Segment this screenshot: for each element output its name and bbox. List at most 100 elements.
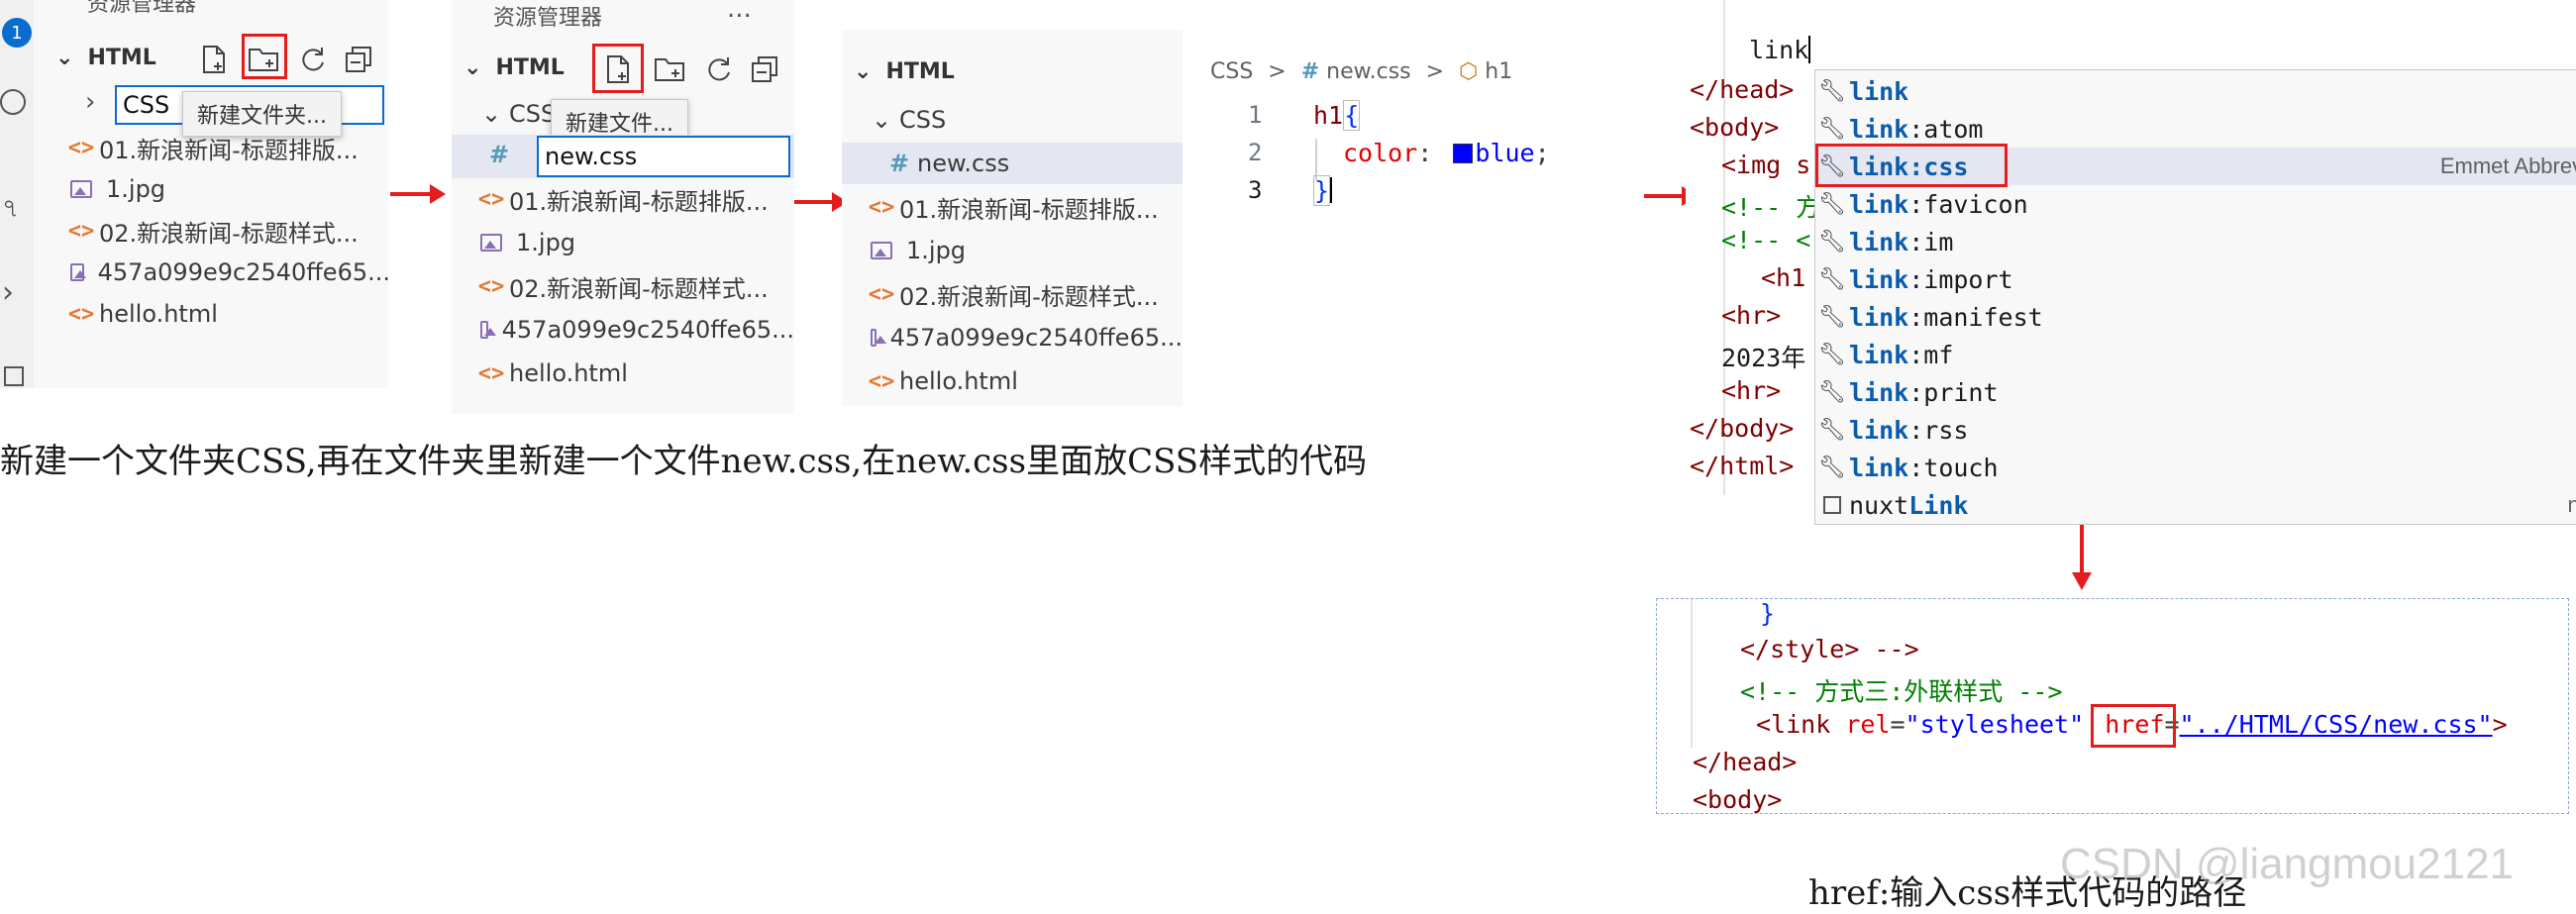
code-line-1[interactable]: h1{ (1313, 100, 1361, 131)
list-item[interactable]: 457a099e9c2540ffe65... (63, 252, 388, 293)
new-folder-icon[interactable] (652, 51, 687, 87)
section-title: HTML (495, 55, 565, 80)
code-line[interactable]: <!-- < (1721, 226, 1810, 254)
code-line[interactable]: 2023年 (1721, 339, 1805, 374)
refresh-icon[interactable] (701, 51, 737, 87)
list-item[interactable]: 457a099e9c2540ffe65... (864, 317, 1183, 358)
wrench-icon: 🔧︎ (1818, 417, 1846, 443)
code-line[interactable]: </body> (1690, 414, 1794, 443)
autocomplete-item[interactable]: 🔧︎ link (1815, 72, 2576, 110)
step-arrow-3 (1644, 186, 1698, 206)
html-file-icon: <> (67, 135, 95, 160)
collapse-all-icon[interactable] (341, 42, 376, 77)
list-item[interactable]: 457a099e9c2540ffe65... (473, 309, 794, 351)
code-line[interactable]: } (1760, 599, 1775, 628)
code-line[interactable]: <img s (1721, 151, 1810, 179)
wrench-icon: 🔧︎ (1818, 78, 1846, 104)
chevron-down-icon: ⌄ (854, 59, 873, 84)
new-file-name-input[interactable]: new.css (537, 136, 790, 177)
autocomplete-item[interactable]: 🔧︎ link:manifest (1815, 298, 2576, 336)
folder-row-chevron-right-icon[interactable]: › (85, 87, 95, 117)
breadcrumb-symbol[interactable]: h1 (1485, 59, 1512, 84)
autocomplete-item[interactable]: 🔧︎ link:touch (1815, 449, 2576, 486)
code-line[interactable]: <!-- 方式三:外联样式 --> (1740, 672, 2063, 708)
more-actions-icon[interactable]: ... (727, 0, 752, 24)
list-item[interactable]: <> 01.新浪新闻-标题排版... (864, 186, 1183, 228)
list-item[interactable]: <> hello.html (473, 353, 794, 394)
wrench-icon: 🔧︎ (1818, 304, 1846, 330)
wrench-icon: 🔧︎ (1818, 379, 1846, 405)
list-item[interactable]: 1.jpg (63, 168, 388, 210)
autocomplete-widget[interactable]: 🔧︎ link 🔧︎ link:atom 🔧︎ link:css Emmet Abbre… (1814, 69, 2576, 525)
list-item[interactable]: <> hello.html (864, 360, 1183, 402)
code-line[interactable]: </head> (1690, 75, 1794, 104)
file-list: <> 01.新浪新闻-标题排版... 1.jpg <> 02.新浪新闻-标题样式..… (864, 186, 1183, 404)
list-item[interactable]: <> 02.新浪新闻-标题样式... (864, 273, 1183, 315)
code-line-3[interactable]: } (1313, 175, 1333, 206)
breadcrumb-file[interactable]: new.css (1326, 59, 1410, 84)
image-file-icon (70, 263, 86, 281)
chevron-down-icon: ⌄ (464, 55, 482, 80)
code-line[interactable]: <body> (1690, 113, 1779, 142)
chevron-down-icon: ⌄ (55, 46, 74, 70)
code-line-2[interactable]: color: blue; (1343, 139, 1550, 167)
list-item[interactable]: 1.jpg (864, 230, 1183, 271)
image-file-icon (480, 234, 502, 252)
code-line[interactable]: </style> --> (1740, 635, 1919, 663)
list-item[interactable]: 1.jpg (473, 222, 794, 263)
line-number: 2 (1248, 139, 1263, 166)
chevron-down-icon: ⌄ (481, 100, 502, 128)
html-file-icon: <> (477, 186, 505, 212)
line-number: 3 (1248, 176, 1263, 204)
extensions-icon[interactable] (4, 366, 24, 386)
css-editor: CSS > # new.css > ⬡ h1 1 2 3 h1{ color: … (1185, 30, 1640, 257)
list-item[interactable]: <> 02.新浪新闻-标题样式... (63, 210, 388, 252)
code-line[interactable]: <h1 (1761, 263, 1805, 292)
explorer-panel-2: 资源管理器 ... ⌄ HTML ⌄ CSS 新建文件... # new.css <… (452, 0, 794, 414)
section-header[interactable]: ⌄ HTML (464, 55, 565, 80)
breadcrumb-folder[interactable]: CSS (1210, 59, 1253, 84)
collapse-all-icon[interactable] (747, 51, 782, 87)
new-file-icon[interactable] (196, 42, 232, 77)
selected-file-row[interactable]: # new.css (842, 143, 1183, 184)
result-code-block: } </style> --> <!-- 方式三:外联样式 --> <link r… (1656, 598, 2569, 814)
code-line[interactable]: <hr> (1721, 376, 1781, 405)
notification-badge[interactable]: 1 (2, 18, 32, 48)
section-header[interactable]: ⌄ HTML (55, 46, 156, 70)
explorer-panel-3: ⌄ HTML ⌄ CSS # new.css <> 01.新浪新闻-标题排版... 1.… (842, 30, 1183, 406)
refresh-icon[interactable] (295, 42, 331, 77)
autocomplete-item[interactable]: 🔧︎ link:favicon (1815, 185, 2576, 223)
autocomplete-item[interactable]: 🔧︎ link:import (1815, 260, 2576, 298)
code-line[interactable]: <!-- 方 (1721, 188, 1820, 224)
source-control-icon[interactable]: ৭ (2, 188, 19, 232)
autocomplete-item[interactable]: 🔧︎ link:im (1815, 223, 2576, 260)
section-header[interactable]: ⌄ HTML (854, 59, 955, 84)
file-list: <> 01.新浪新闻-标题排版... 1.jpg <> 02.新浪新闻-标题样式..… (63, 127, 388, 384)
code-line[interactable]: </head> (1693, 748, 1797, 776)
folder-row-css[interactable]: ⌄ CSS (872, 99, 1183, 141)
wrench-icon: 🔧︎ (1818, 116, 1846, 142)
typed-text[interactable]: link (1749, 36, 1811, 64)
indent-guide (1315, 139, 1317, 180)
square-icon (1815, 493, 1849, 518)
activity-circle-icon[interactable] (0, 89, 26, 115)
code-line[interactable]: <hr> (1721, 301, 1781, 330)
code-line[interactable]: <body> (1693, 785, 1782, 814)
list-item[interactable]: <> 01.新浪新闻-标题排版... (473, 178, 794, 220)
autocomplete-item[interactable]: 🔧︎ link:rss (1815, 411, 2576, 449)
list-item[interactable]: <> 01.新浪新闻-标题排版... (63, 127, 388, 168)
color-swatch[interactable] (1453, 144, 1474, 163)
run-chevron-icon[interactable]: › (2, 275, 14, 310)
autocomplete-item[interactable]: 🔧︎ link:mf (1815, 336, 2576, 373)
caption-left: 新建一个文件夹CSS,再在文件夹里新建一个文件new.css,在new.css里… (0, 442, 1368, 481)
autocomplete-item[interactable]: nuxtLinknu (1815, 486, 2576, 524)
image-file-icon (871, 242, 892, 259)
autocomplete-item[interactable]: 🔧︎ link:atom (1815, 110, 2576, 148)
step-arrow-1 (390, 184, 446, 204)
autocomplete-item[interactable]: 🔧︎ link:print (1815, 373, 2576, 411)
list-item[interactable]: <> hello.html (63, 293, 388, 335)
wrench-icon: 🔧︎ (1818, 191, 1846, 217)
code-line[interactable]: </html> (1690, 452, 1794, 480)
breadcrumb-sep: > (1268, 59, 1287, 84)
list-item[interactable]: <> 02.新浪新闻-标题样式... (473, 265, 794, 307)
